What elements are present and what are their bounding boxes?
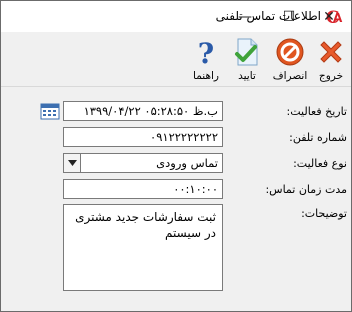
minimize-button[interactable]: — xyxy=(223,1,267,32)
minimize-icon: — xyxy=(238,8,252,25)
close-icon: ✕ xyxy=(323,8,335,25)
cancel-label: انصراف xyxy=(272,70,308,82)
call-duration-field[interactable]: ۰۰:۱۰:۰۰ xyxy=(63,179,223,199)
activity-type-select[interactable]: تماس ورودی xyxy=(63,153,223,173)
help-question-icon: ? xyxy=(198,37,214,67)
title-bar: C A اطلاعات تماس تلفنی — ☐ ✕ xyxy=(1,1,351,32)
cancel-button[interactable]: انصراف xyxy=(269,35,311,85)
confirm-label: تایید xyxy=(238,70,256,82)
phone-number-field[interactable]: ۰۹۱۲۲۲۲۲۲۲۲ xyxy=(63,127,223,147)
phone-number-label: شماره تلفن: xyxy=(289,131,347,144)
maximize-icon: ☐ xyxy=(282,8,296,25)
call-duration-label: مدت زمان تماس: xyxy=(265,183,347,196)
description-value: ثبت سفارشات جدید مشتری در سیستم xyxy=(75,210,216,240)
dropdown-arrow-icon[interactable] xyxy=(64,154,81,172)
activity-date-field[interactable]: ۱۳۹۹/۰۴/۲۲ ۰۵:۲۸:۵۰ ب.ظ xyxy=(63,101,223,121)
exit-button[interactable]: خروج xyxy=(313,35,349,85)
call-duration-value: ۰۰:۱۰:۰۰ xyxy=(173,182,218,196)
activity-type-label: نوع فعالیت: xyxy=(293,157,347,170)
description-label: توضیحات: xyxy=(301,207,347,220)
svg-text:?: ? xyxy=(198,37,214,67)
phone-number-value: ۰۹۱۲۲۲۲۲۲۲۲ xyxy=(150,130,218,144)
help-label: راهنما xyxy=(193,70,219,82)
help-button[interactable]: ? راهنما xyxy=(185,35,227,85)
call-info-window: C A اطلاعات تماس تلفنی — ☐ ✕ خروج انصراف… xyxy=(0,0,352,312)
close-window-button[interactable]: ✕ xyxy=(307,1,351,32)
calendar-icon[interactable] xyxy=(40,102,60,120)
exit-label: خروج xyxy=(318,70,344,82)
activity-date-label: تاریخ فعالیت: xyxy=(286,105,347,118)
confirm-check-icon xyxy=(235,38,258,66)
cancel-icon xyxy=(276,38,304,66)
activity-type-value: تماس ورودی xyxy=(156,156,218,170)
description-textarea[interactable]: ثبت سفارشات جدید مشتری در سیستم xyxy=(63,204,223,291)
toolbar: خروج انصراف تایید ? راهنما xyxy=(1,32,351,87)
maximize-button[interactable]: ☐ xyxy=(267,1,311,32)
activity-date-value: ۱۳۹۹/۰۴/۲۲ ۰۵:۲۸:۵۰ ب.ظ xyxy=(83,104,218,118)
confirm-button[interactable]: تایید xyxy=(229,35,265,85)
exit-x-icon xyxy=(320,41,342,63)
